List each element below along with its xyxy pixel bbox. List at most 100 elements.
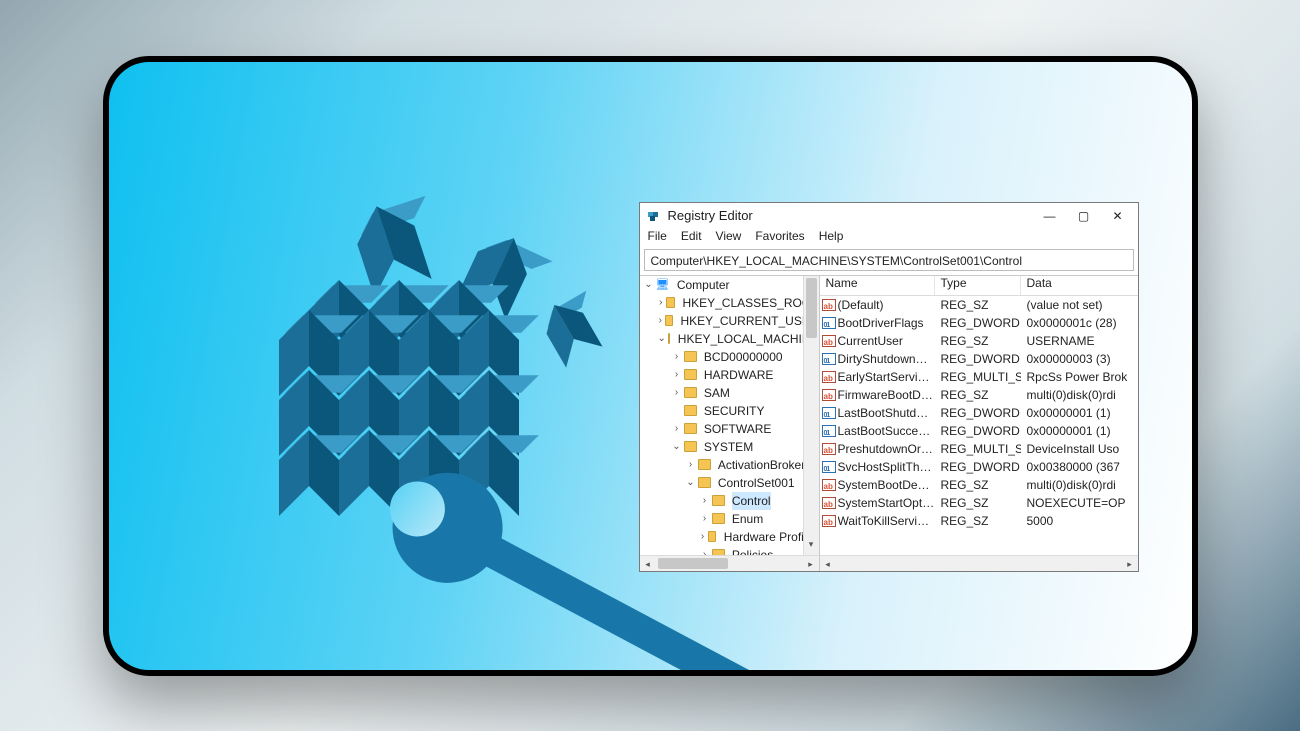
list-row[interactable]: (Default)REG_SZ(value not set) [820, 296, 1138, 314]
list-row[interactable]: EarlyStartServicesREG_MULTI_SZRpcSs Powe… [820, 368, 1138, 386]
list-row[interactable]: WaitToKillServic…REG_SZ5000 [820, 512, 1138, 530]
value-type: REG_DWORD [935, 314, 1021, 332]
tree-item[interactable]: › SAM [640, 384, 819, 402]
list-rows: (Default)REG_SZ(value not set)BootDriver… [820, 296, 1138, 555]
tree-item[interactable]: › HARDWARE [640, 366, 819, 384]
value-type: REG_MULTI_SZ [935, 440, 1021, 458]
window-title: Registry Editor [668, 208, 1034, 223]
list-row[interactable]: LastBootShutdo…REG_DWORD0x00000001 (1) [820, 404, 1138, 422]
scroll-right-icon[interactable]: ▸ [1122, 556, 1138, 571]
value-data: multi(0)disk(0)rdi [1021, 476, 1138, 494]
col-type[interactable]: Type [935, 276, 1021, 295]
value-name: DirtyShutdownC… [838, 350, 935, 368]
value-type: REG_SZ [935, 386, 1021, 404]
reg-dword-icon [822, 317, 836, 329]
value-name: SystemStartOpti… [838, 494, 935, 512]
reg-sz-icon [822, 515, 836, 527]
value-type: REG_SZ [935, 332, 1021, 350]
tree-item[interactable]: ⌄ SYSTEM [640, 438, 819, 456]
tree-item[interactable]: › Hardware Profil… [640, 528, 819, 546]
scroll-left-icon[interactable]: ◂ [820, 556, 836, 571]
list-row[interactable]: SystemStartOpti…REG_SZ NOEXECUTE=OP [820, 494, 1138, 512]
value-data: 0x00000003 (3) [1021, 350, 1138, 368]
registry-editor-window: Registry Editor — ▢ ✕ File Edit View Fav… [639, 202, 1139, 572]
scroll-down-icon[interactable]: ▾ [804, 539, 819, 555]
value-name: CurrentUser [838, 332, 935, 350]
tree-item[interactable]: › HKEY_CURRENT_USER [640, 312, 819, 330]
value-type: REG_MULTI_SZ [935, 368, 1021, 386]
list-row[interactable]: BootDriverFlagsREG_DWORD0x0000001c (28) [820, 314, 1138, 332]
value-name: LastBootSucceed… [838, 422, 935, 440]
reg-sz-icon [822, 479, 836, 491]
reg-sz-icon [822, 335, 836, 347]
reg-sz-icon [822, 389, 836, 401]
value-name: PreshutdownOrd… [838, 440, 935, 458]
list-row[interactable]: SystemBootDevi…REG_SZmulti(0)disk(0)rdi [820, 476, 1138, 494]
value-type: REG_SZ [935, 296, 1021, 314]
reg-sz-icon [822, 443, 836, 455]
value-name: LastBootShutdo… [838, 404, 935, 422]
menu-view[interactable]: View [716, 229, 742, 249]
tree-item[interactable]: › HKEY_CLASSES_ROOT [640, 294, 819, 312]
value-name: SystemBootDevi… [838, 476, 935, 494]
tree-item[interactable]: › Enum [640, 510, 819, 528]
tree-item-selected[interactable]: › Control [640, 492, 819, 510]
list-row[interactable]: SvcHostSplitThre…REG_DWORD0x00380000 (36… [820, 458, 1138, 476]
values-pane: Name Type Data (Default)REG_SZ(value not… [820, 276, 1138, 571]
tree-root[interactable]: ⌄🖥 Computer [640, 276, 819, 294]
tree-root-label: Computer [677, 276, 730, 294]
list-row[interactable]: FirmwareBootDe…REG_SZmulti(0)disk(0)rdi [820, 386, 1138, 404]
value-name: WaitToKillServic… [838, 512, 935, 530]
list-row[interactable]: CurrentUserREG_SZUSERNAME [820, 332, 1138, 350]
menu-help[interactable]: Help [819, 229, 844, 249]
tree-item[interactable]: › SOFTWARE [640, 420, 819, 438]
value-name: EarlyStartServices [838, 368, 935, 386]
reg-sz-icon [822, 299, 836, 311]
list-row[interactable]: LastBootSucceed…REG_DWORD0x00000001 (1) [820, 422, 1138, 440]
tree-item[interactable]: SECURITY [640, 402, 819, 420]
list-hscrollbar[interactable]: ◂ ▸ [820, 555, 1138, 571]
maximize-button[interactable]: ▢ [1074, 209, 1094, 223]
menu-file[interactable]: File [648, 229, 667, 249]
value-data: 5000 [1021, 512, 1138, 530]
value-data: RpcSs Power Brok [1021, 368, 1138, 386]
minimize-button[interactable]: — [1040, 209, 1060, 223]
list-header: Name Type Data [820, 276, 1138, 296]
value-name: SvcHostSplitThre… [838, 458, 935, 476]
list-row[interactable]: PreshutdownOrd…REG_MULTI_SZDeviceInstall… [820, 440, 1138, 458]
col-name[interactable]: Name [820, 276, 935, 295]
tree-item[interactable]: › ActivationBroker [640, 456, 819, 474]
menubar: File Edit View Favorites Help [640, 229, 1138, 249]
menu-edit[interactable]: Edit [681, 229, 702, 249]
tree-item[interactable]: ⌄ HKEY_LOCAL_MACHINE [640, 330, 819, 348]
close-button[interactable]: ✕ [1108, 209, 1128, 223]
tree-item[interactable]: › BCD00000000 [640, 348, 819, 366]
reg-dword-icon [822, 461, 836, 473]
titlebar[interactable]: Registry Editor — ▢ ✕ [640, 203, 1138, 229]
address-bar[interactable]: Computer\HKEY_LOCAL_MACHINE\SYSTEM\Contr… [644, 249, 1134, 271]
content-panes: ⌄🖥 Computer › HKEY_CLASSES_ROOT › HKEY_C… [640, 275, 1138, 571]
value-data: DeviceInstall Uso [1021, 440, 1138, 458]
scroll-thumb[interactable] [806, 278, 817, 338]
list-row[interactable]: DirtyShutdownC…REG_DWORD0x00000003 (3) [820, 350, 1138, 368]
value-type: REG_SZ [935, 494, 1021, 512]
menu-favorites[interactable]: Favorites [755, 229, 804, 249]
tree-vscrollbar[interactable]: ▴ ▾ [803, 276, 819, 571]
value-type: REG_SZ [935, 512, 1021, 530]
reg-dword-icon [822, 353, 836, 365]
reg-dword-icon [822, 407, 836, 419]
value-name: FirmwareBootDe… [838, 386, 935, 404]
scroll-right-icon[interactable]: ▸ [803, 556, 819, 571]
reg-dword-icon [822, 425, 836, 437]
value-data: multi(0)disk(0)rdi [1021, 386, 1138, 404]
scroll-thumb[interactable] [658, 558, 728, 569]
col-data[interactable]: Data [1021, 276, 1138, 295]
value-type: REG_DWORD [935, 404, 1021, 422]
value-type: REG_SZ [935, 476, 1021, 494]
scroll-left-icon[interactable]: ◂ [640, 556, 656, 571]
value-name: BootDriverFlags [838, 314, 935, 332]
tree-hscrollbar[interactable]: ◂ ▸ [640, 555, 819, 571]
value-data: 0x00000001 (1) [1021, 404, 1138, 422]
reg-sz-icon [822, 371, 836, 383]
tree-item[interactable]: ⌄ ControlSet001 [640, 474, 819, 492]
